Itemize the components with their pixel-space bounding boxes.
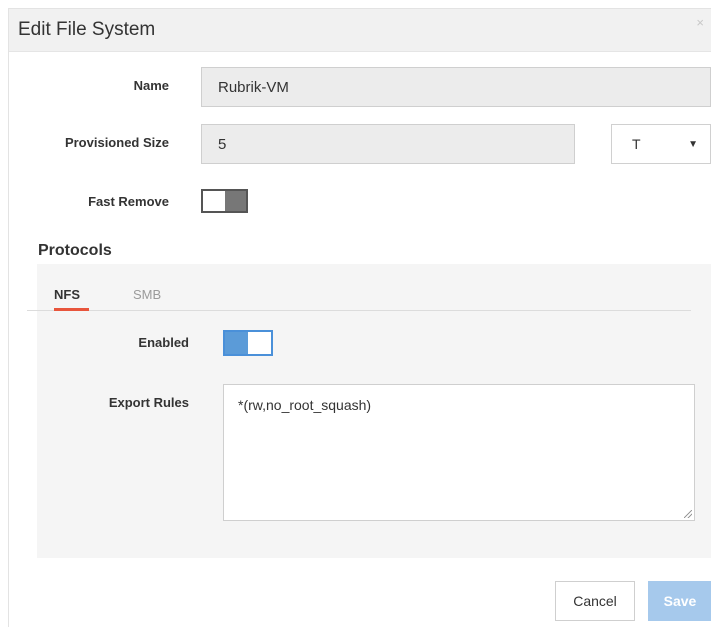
size-unit-value: T <box>632 136 641 152</box>
chevron-down-icon: ▼ <box>688 138 698 150</box>
cancel-button[interactable]: Cancel <box>555 581 635 621</box>
resize-handle-icon[interactable] <box>684 510 692 518</box>
fast-remove-label: Fast Remove <box>88 194 169 209</box>
fast-remove-toggle[interactable] <box>201 189 248 213</box>
dialog-header: Edit File System × <box>9 9 711 52</box>
tab-nfs[interactable]: NFS <box>54 287 80 302</box>
tab-divider <box>27 310 691 311</box>
toggle-thumb <box>248 332 271 354</box>
export-rules-label: Export Rules <box>108 395 189 410</box>
close-icon[interactable]: × <box>696 15 704 30</box>
name-field[interactable]: Rubrik-VM <box>201 67 711 107</box>
nfs-enabled-toggle[interactable] <box>223 330 273 356</box>
name-label: Name <box>133 78 169 93</box>
save-button[interactable]: Save <box>648 581 711 621</box>
edit-file-system-dialog: Edit File System × Name Rubrik-VM Provis… <box>8 8 711 627</box>
export-rules-value: *(rw,no_root_squash) <box>238 397 372 413</box>
enabled-label: Enabled <box>138 335 189 350</box>
tab-smb[interactable]: SMB <box>133 287 161 302</box>
provisioned-size-field[interactable]: 5 <box>201 124 575 164</box>
size-unit-select[interactable]: T ▼ <box>611 124 711 164</box>
protocols-heading: Protocols <box>38 242 112 259</box>
dialog-title: Edit File System <box>18 19 156 40</box>
provisioned-size-label: Provisioned Size <box>64 135 169 150</box>
export-rules-textarea[interactable]: *(rw,no_root_squash) <box>223 384 695 521</box>
active-tab-indicator <box>54 308 89 311</box>
toggle-thumb <box>225 191 246 211</box>
